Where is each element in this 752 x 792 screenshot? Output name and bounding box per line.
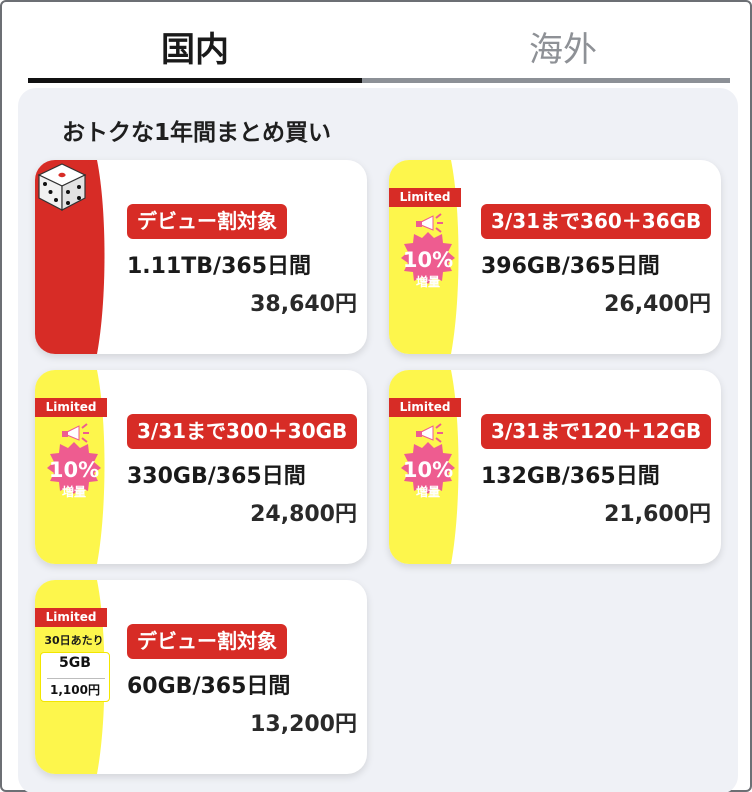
plan-price: 21,600円	[604, 502, 711, 527]
tab-overseas-indicator	[362, 78, 730, 83]
per-30-days-label: 30日あたり	[44, 634, 104, 647]
plan-price: 24,800円	[250, 502, 357, 527]
divider	[47, 678, 105, 679]
tab-overseas[interactable]: 海外	[396, 22, 730, 71]
plan-card-132gb[interactable]: Limited 10% 増量 3/31まで120＋12GB 132GB/365日…	[389, 370, 721, 564]
plan-name: 1.11TB/365日間	[127, 254, 312, 279]
section-title: おトクな1年間まとめ買い	[62, 120, 332, 146]
percent-text: 10%	[402, 458, 454, 482]
percent-text: 10%	[402, 248, 454, 272]
plan-name: 330GB/365日間	[127, 464, 306, 489]
region-tabs: 国内 海外	[28, 2, 730, 84]
daily-allowance-box: 5GB 1,100円	[40, 652, 110, 702]
promo-badge: デビュー割対象	[127, 204, 287, 239]
ten-percent-burst: 10% 増量	[393, 418, 463, 508]
limited-label: Limited	[389, 398, 461, 417]
plan-card-330gb[interactable]: Limited 10% 増量 3/31まで300＋30GB 330GB/365日…	[35, 370, 367, 564]
daily-gb: 5GB	[59, 655, 91, 671]
increase-text: 増量	[61, 485, 86, 499]
plan-name: 396GB/365日間	[481, 254, 660, 279]
limited-label: Limited	[389, 188, 461, 207]
card-band	[35, 160, 115, 354]
promo-badge: デビュー割対象	[127, 624, 287, 659]
limited-label: Limited	[35, 608, 107, 627]
plan-card-60gb[interactable]: Limited 30日あたり 5GB 1,100円 デビュー割対象 60GB/3…	[35, 580, 367, 774]
plan-price: 13,200円	[250, 712, 357, 737]
promo-badge: 3/31まで360＋36GB	[481, 204, 712, 239]
increase-text: 増量	[415, 485, 440, 499]
tab-domestic[interactable]: 国内	[28, 22, 362, 71]
daily-price: 1,100円	[50, 683, 100, 697]
dice-icon	[37, 163, 87, 211]
ten-percent-burst: 10% 増量	[393, 208, 463, 298]
tab-domestic-indicator	[28, 78, 362, 83]
plan-price: 26,400円	[604, 292, 711, 317]
promo-badge: 3/31まで300＋30GB	[127, 414, 358, 449]
plan-name: 132GB/365日間	[481, 464, 660, 489]
increase-text: 増量	[415, 275, 440, 289]
promo-badge: 3/31まで120＋12GB	[481, 414, 712, 449]
plan-price: 38,640円	[250, 292, 357, 317]
limited-label: Limited	[35, 398, 107, 417]
ten-percent-burst: 10% 増量	[39, 418, 109, 508]
percent-text: 10%	[48, 458, 100, 482]
plan-name: 60GB/365日間	[127, 674, 291, 699]
plan-card-396gb[interactable]: Limited 10% 増量 3/31まで360＋36GB 396GB/365日…	[389, 160, 721, 354]
plan-card-1-11tb[interactable]: デビュー割対象 1.11TB/365日間 38,640円	[35, 160, 367, 354]
